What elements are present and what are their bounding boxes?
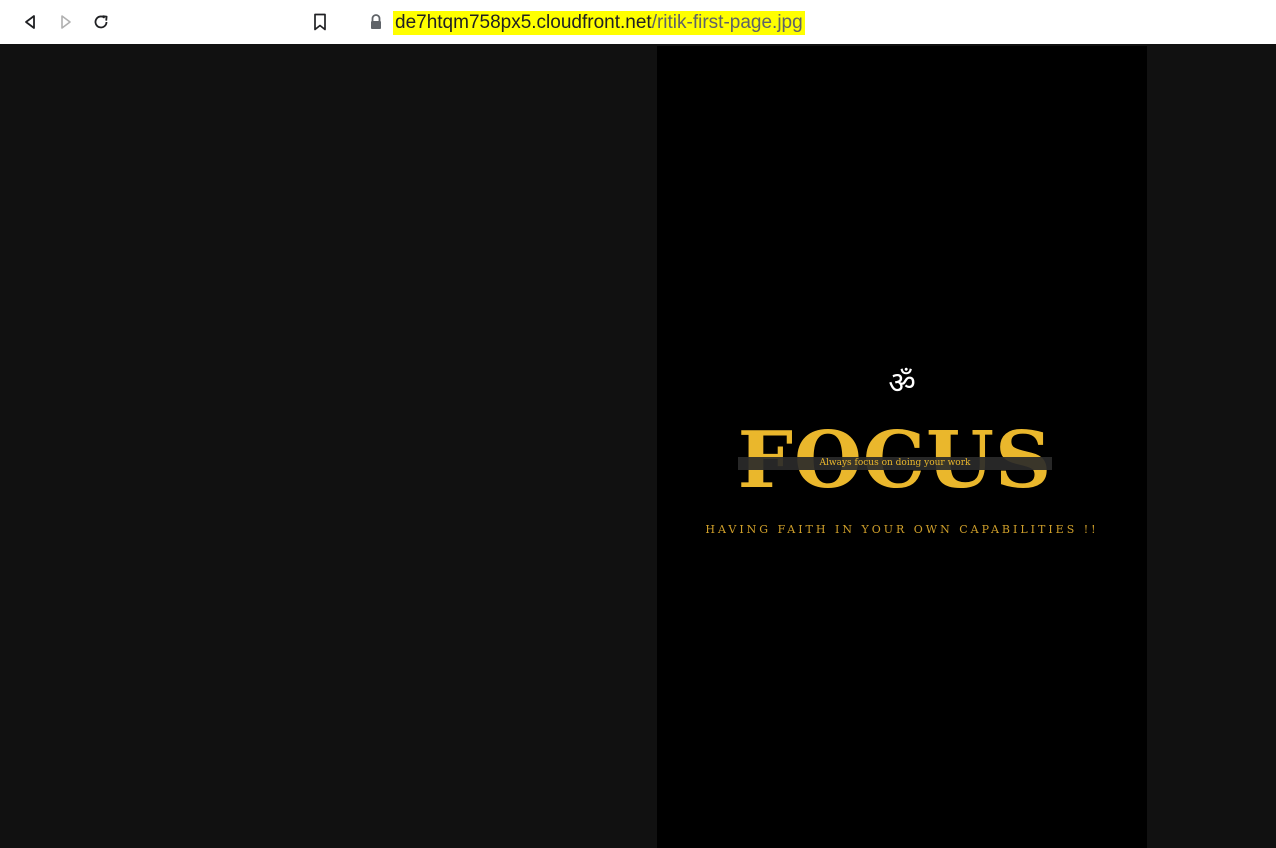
om-symbol: ॐ xyxy=(888,366,916,401)
reload-icon xyxy=(94,15,108,29)
reload-button[interactable] xyxy=(87,8,115,36)
headline-block: FOCUS Always focus on doing your work xyxy=(736,418,1054,504)
bookmark-icon xyxy=(314,13,326,31)
image-viewer: ॐ FOCUS Always focus on doing your work … xyxy=(0,46,1276,848)
back-button[interactable] xyxy=(16,8,44,36)
lock-icon xyxy=(371,14,381,29)
url-path: /ritik-first-page.jpg xyxy=(651,12,803,33)
caption: HAVING FAITH IN YOUR OWN CAPABILITIES !! xyxy=(705,523,1099,536)
url-host: de7htqm758px5.cloudfront.net xyxy=(395,12,652,33)
address-bar[interactable]: de7htqm758px5.cloudfront.net/ritik-first… xyxy=(393,11,805,35)
displayed-image: ॐ FOCUS Always focus on doing your work … xyxy=(657,46,1147,848)
forward-button[interactable] xyxy=(52,8,80,36)
browser-toolbar: de7htqm758px5.cloudfront.net/ritik-first… xyxy=(0,0,1276,44)
back-arrow-icon xyxy=(25,15,35,29)
bookmark-button[interactable] xyxy=(306,8,334,36)
forward-arrow-icon xyxy=(61,15,71,29)
tagline: Always focus on doing your work xyxy=(819,458,971,468)
